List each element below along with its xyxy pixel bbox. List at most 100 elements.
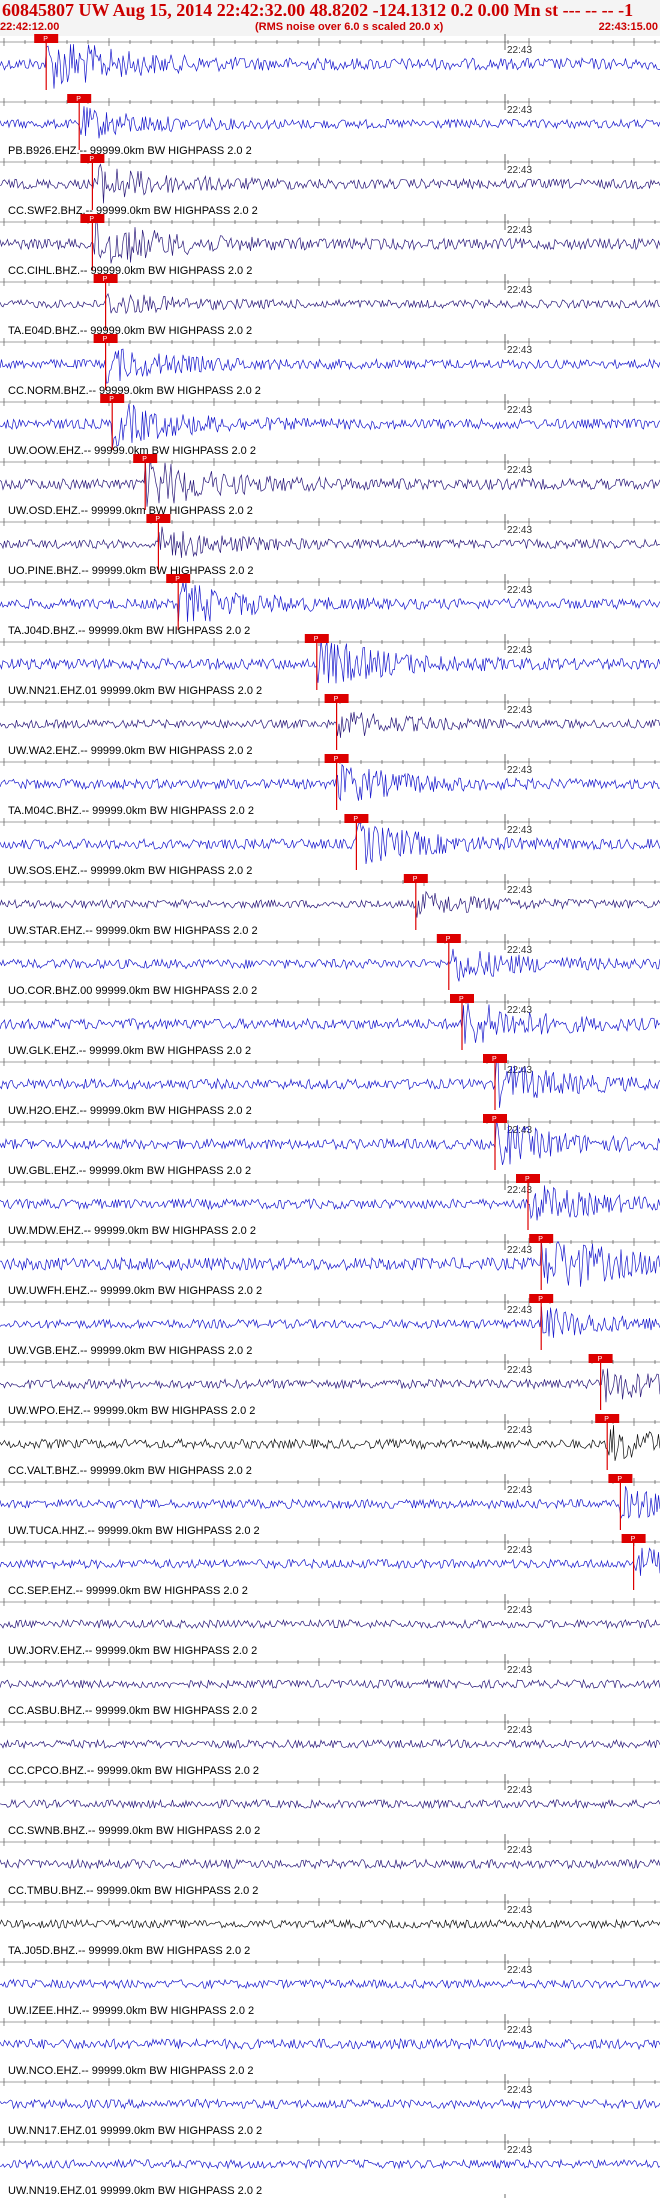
minute-label: 22:43: [507, 165, 532, 176]
minute-label: 22:43: [507, 1305, 532, 1316]
station-label: TA.M04C.BHZ.-- 99999.0km BW HIGHPASS 2.0…: [8, 805, 254, 817]
waveform: [0, 403, 660, 448]
minute-label: 22:43: [507, 2145, 532, 2156]
minute-label: 22:43: [507, 1665, 532, 1676]
minute-label: 22:43: [507, 405, 532, 416]
trace-row: 22:43 P PB.B926.EHZ.-- 99999.0km BW HIGHPA…: [0, 94, 660, 157]
trace-row: 22:43 UW.NCO.EHZ.-- 99999.0km BW HIGHPASS…: [0, 2014, 660, 2077]
pick-label: P: [142, 456, 147, 463]
pick-label: P: [334, 756, 339, 763]
pick-label: P: [538, 1236, 543, 1243]
minute-label: 22:43: [507, 1485, 532, 1496]
station-label: PB.B926.EHZ.-- 99999.0km BW HIGHPASS 2.0…: [8, 145, 252, 157]
pick-label: P: [103, 276, 108, 283]
trace-row: 22:43 P UW.STAR.EHZ.-- 99999.0km BW HIGHPA…: [0, 874, 660, 937]
waveform: [0, 1618, 660, 1630]
minute-label: 22:43: [507, 285, 532, 296]
trace-row: 22:43 CC.ASBU.BHZ.-- 99999.0km BW HIGHPAS…: [0, 1654, 660, 1717]
station-label: UW.WPO.EHZ.-- 99999.0km BW HIGHPASS 2.0 …: [8, 1405, 255, 1417]
station-label: UW.OOW.EHZ.-- 99999.0km BW HIGHPASS 2.0 …: [8, 445, 256, 457]
pick-label: P: [413, 876, 418, 883]
pick-label: P: [538, 1296, 543, 1303]
waveform: [0, 1119, 660, 1165]
station-label: CC.CIHL.BHZ.-- 99999.0km BW HIGHPASS 2.0…: [8, 265, 252, 277]
minute-label: 22:43: [507, 825, 532, 836]
station-label: CC.VALT.BHZ.-- 99999.0km BW HIGHPASS 2.0…: [8, 1465, 252, 1477]
pick-label: P: [492, 1116, 497, 1123]
pick-label: P: [334, 696, 339, 703]
pick-label: P: [89, 156, 94, 163]
pick-label: P: [175, 576, 180, 583]
waveform: [0, 106, 660, 139]
station-label: UW.WA2.EHZ.-- 99999.0km BW HIGHPASS 2.0 …: [8, 745, 253, 757]
pick-label: P: [103, 336, 108, 343]
minute-label: 22:43: [507, 225, 532, 236]
pick-label: P: [604, 1416, 609, 1423]
waveform: [0, 763, 660, 802]
trace-row: 22:43 P UO.COR.BHZ.00 99999.0km BW HIGHPAS…: [0, 934, 660, 997]
waveform: [0, 581, 660, 622]
pick-label: P: [43, 36, 48, 43]
waveform: [0, 711, 660, 738]
trace-row: 22:43 P UW.OOW.EHZ.-- 99999.0km BW HIGHPAS…: [0, 394, 660, 457]
minute-label: 22:43: [507, 945, 532, 956]
trace-row: 22:43 P UW.UWFH.EHZ.-- 99999.0km BW HIGHPA…: [0, 1234, 660, 1297]
station-label: UW.NN19.EHZ.01 99999.0km BW HIGHPASS 2.0…: [8, 2185, 262, 2197]
waveform: [0, 1185, 660, 1221]
waveform: [0, 2098, 660, 2110]
waveform: [0, 1240, 660, 1287]
pick-label: P: [598, 1356, 603, 1363]
minute-label: 22:43: [507, 1965, 532, 1976]
trace-row: 22:43 TA.J05D.BHZ.-- 99999.0km BW HIGHPAS…: [0, 1894, 660, 1957]
station-label: UW.NN17.EHZ.01 99999.0km BW HIGHPASS 2.0…: [8, 2125, 262, 2137]
trace-row: 22:43 UW.JORV.EHZ.-- 99999.0km BW HIGHPAS…: [0, 1594, 660, 1657]
trace-row: 22:43 UW.NN17.EHZ.01 99999.0km BW HIGHPAS…: [0, 2074, 660, 2137]
minute-label: 22:43: [507, 105, 532, 116]
minute-label: 22:43: [507, 1425, 532, 1436]
station-label: UW.SOS.EHZ.-- 99999.0km BW HIGHPASS 2.0 …: [8, 865, 252, 877]
minute-label: 22:43: [507, 1725, 532, 1736]
minute-label: 22:43: [507, 1605, 532, 1616]
trace-row: 22:43 P UW.WA2.EHZ.-- 99999.0km BW HIGHPAS…: [0, 694, 660, 757]
minute-label: 22:43: [507, 345, 532, 356]
minute-label: 22:43: [507, 1545, 532, 1556]
waveform: [0, 1858, 660, 1870]
trace-row: 22:43PUW.H2O.EHZ.-- 99999.0km BW HIGHPAS…: [0, 1054, 660, 1117]
minute-label: 22:43: [507, 765, 532, 776]
waveform: [0, 2037, 660, 2051]
minute-label: 22:43: [507, 2025, 532, 2036]
pick-label: P: [76, 96, 81, 103]
station-label: UO.PINE.BHZ.-- 99999.0km BW HIGHPASS 2.0…: [8, 565, 254, 577]
waveform: [0, 948, 660, 982]
trace-row: 22:43 CC.CPCO.BHZ.-- 99999.0km BW HIGHPAS…: [0, 1714, 660, 1777]
minute-label: 22:43: [507, 1845, 532, 1856]
minute-label: 22:43: [507, 525, 532, 536]
minute-label: 22:43: [507, 645, 532, 656]
station-label: TA.E04D.BHZ.-- 99999.0km BW HIGHPASS 2.0…: [8, 325, 252, 337]
waveform: [0, 821, 660, 865]
minute-label: 22:43: [507, 2085, 532, 2096]
pick-label: P: [525, 1176, 530, 1183]
minute-label: 22:43: [507, 1905, 532, 1916]
trace-row: 22:43 P CC.NORM.BHZ.-- 99999.0km BW HIGHPA…: [0, 334, 660, 397]
waveform: [0, 1798, 660, 1810]
waveform: [0, 639, 660, 684]
station-label: UW.UWFH.EHZ.-- 99999.0km BW HIGHPASS 2.0…: [8, 1285, 262, 1297]
waveform: [0, 44, 660, 89]
station-label: CC.SWNB.BHZ.-- 99999.0km BW HIGHPASS 2.0…: [8, 1825, 260, 1837]
trace-row: 22:43 P CC.SWF2.BHZ.-- 99999.0km BW HIGHPA…: [0, 154, 660, 217]
station-label: CC.NORM.BHZ.-- 99999.0km BW HIGHPASS 2.0…: [8, 385, 261, 397]
trace-row: 22:43 P UW.OSD.EHZ.-- 99999.0km BW HIGHPAS…: [0, 454, 660, 517]
pick-label: P: [446, 936, 451, 943]
pick-label: P: [459, 996, 464, 1003]
pick-label: P: [109, 396, 114, 403]
trace-row: 22:43 CC.SWNB.BHZ.-- 99999.0km BW HIGHPAS…: [0, 1774, 660, 1837]
minute-label: 22:43: [507, 465, 532, 476]
waveform: [0, 1978, 660, 1990]
station-label: TA.J04D.BHZ.-- 99999.0km BW HIGHPASS 2.0…: [8, 625, 250, 637]
waveform: [0, 1486, 660, 1520]
trace-row: 22:43 P UW.VGB.EHZ.-- 99999.0km BW HIGHPAS…: [0, 1294, 660, 1357]
waveform: [0, 1425, 660, 1461]
trace-row: 22:43 P UW.SOS.EHZ.-- 99999.0km BW HIGHPAS…: [0, 814, 660, 877]
pick-label: P: [631, 1536, 636, 1543]
